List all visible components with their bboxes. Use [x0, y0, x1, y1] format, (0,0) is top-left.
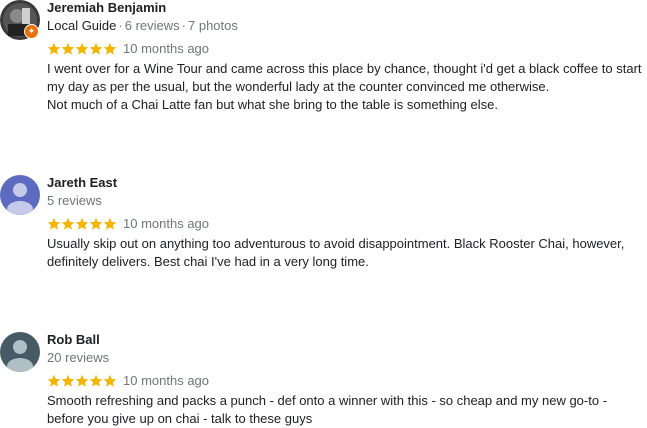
- review-text: Usually skip out on anything too adventu…: [47, 235, 647, 271]
- photo-count: 7 photos: [188, 18, 238, 33]
- star-icon: [61, 42, 75, 56]
- review-text-paragraph: I went over for a Wine Tour and came acr…: [47, 61, 642, 94]
- avatar[interactable]: [0, 332, 40, 372]
- rating-row: 10 months ago: [47, 40, 647, 57]
- review-date: 10 months ago: [123, 373, 210, 388]
- avatar[interactable]: [0, 175, 40, 215]
- reviewer-name[interactable]: Rob Ball: [47, 332, 647, 347]
- reviewer-name[interactable]: Jareth East: [47, 175, 647, 190]
- rating-row: 10 months ago: [47, 372, 647, 389]
- rating-row: 10 months ago: [47, 215, 647, 232]
- star-icon: [103, 42, 117, 56]
- star-icon: [47, 217, 61, 231]
- star-icon: [61, 374, 75, 388]
- reviewer-name[interactable]: Jeremiah Benjamin: [47, 0, 647, 15]
- star-icon: [61, 217, 75, 231]
- review-date: 10 months ago: [123, 41, 210, 56]
- review-date: 10 months ago: [123, 216, 210, 231]
- review-text: I went over for a Wine Tour and came acr…: [47, 60, 647, 114]
- separator-dot: ·: [181, 18, 186, 33]
- star-rating: [47, 42, 117, 56]
- star-icon: [75, 374, 89, 388]
- reviewer-meta: Local Guide · 6 reviews · 7 photos: [47, 17, 647, 34]
- star-icon: [47, 42, 61, 56]
- star-icon: [89, 42, 103, 56]
- local-guide-label: Local Guide: [47, 18, 117, 33]
- star-rating: [47, 217, 117, 231]
- local-guide-badge-icon: ✦: [24, 24, 39, 39]
- star-icon: [75, 217, 89, 231]
- review-text: Smooth refreshing and packs a punch - de…: [47, 392, 647, 428]
- star-icon: [47, 374, 61, 388]
- star-icon: [89, 217, 103, 231]
- star-rating: [47, 374, 117, 388]
- review-count: 6 reviews: [124, 18, 180, 33]
- star-icon: [75, 42, 89, 56]
- review-text-paragraph: Smooth refreshing and packs a punch - de…: [47, 393, 608, 426]
- star-icon: [89, 374, 103, 388]
- star-icon: [103, 374, 117, 388]
- review-text-paragraph: Not much of a Chai Latte fan but what sh…: [47, 97, 498, 112]
- separator-dot: ·: [118, 18, 123, 33]
- review-text-paragraph: Usually skip out on anything too adventu…: [47, 236, 625, 269]
- star-icon: [103, 217, 117, 231]
- review-count: 5 reviews: [47, 193, 102, 208]
- review-count: 20 reviews: [47, 350, 110, 365]
